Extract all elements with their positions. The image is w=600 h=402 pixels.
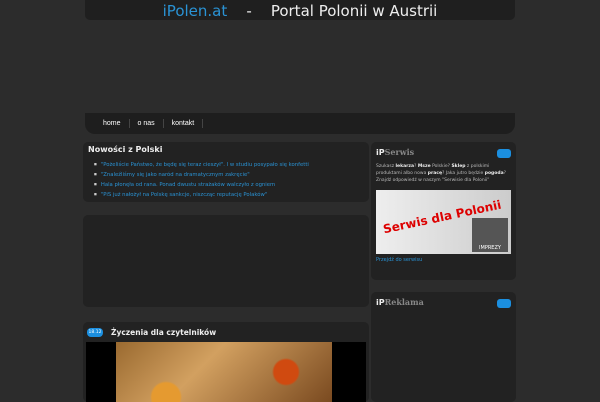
- article-title[interactable]: Życzenia dla czytelników: [111, 328, 216, 337]
- news-title: Nowości z Polski: [88, 145, 163, 154]
- news-item[interactable]: "Pożeliście Państwo, że będę się teraz c…: [94, 160, 364, 170]
- serwis-title: iPSerwis: [376, 147, 415, 157]
- news-item[interactable]: "PiS już nałożył na Polskę sankcje, nisz…: [94, 190, 364, 200]
- imprezy-icon: IMPREZY: [472, 218, 508, 252]
- news-panel: Nowości z Polski "Pożeliście Państwo, że…: [83, 142, 369, 202]
- site-tagline: Portal Polonii w Austrii: [270, 2, 438, 20]
- reklama-panel: iPReklama: [371, 292, 516, 402]
- news-item[interactable]: Hala płonęła od rana. Ponad dwustu straż…: [94, 180, 364, 190]
- article-panel: 18.12 Życzenia dla czytelników: [83, 322, 369, 402]
- serwis-panel: iPSerwis Szukasz lekarza? Mszе Polskie? …: [371, 142, 516, 280]
- nav-home[interactable]: home: [95, 119, 130, 128]
- site-logo[interactable]: iPolen.at: [163, 2, 228, 20]
- toggle-icon[interactable]: [497, 149, 511, 158]
- christmas-ornaments-photo: [116, 342, 332, 402]
- serwis-link[interactable]: Przejdź do serwisu: [376, 257, 511, 263]
- news-item[interactable]: "Znaleźliśmy się jako naród na dramatycz…: [94, 170, 364, 180]
- reklama-title: iPReklama: [376, 297, 424, 307]
- nav-o-nas[interactable]: o nas: [130, 119, 164, 128]
- article-image[interactable]: [86, 342, 366, 402]
- nav-kontakt[interactable]: kontakt: [164, 119, 204, 128]
- toggle-icon[interactable]: [497, 299, 511, 308]
- serwis-banner[interactable]: Serwis dla Polonii IMPREZY: [376, 190, 511, 254]
- serwis-text: Szukasz lekarza? Mszе Polskie? Sklep z p…: [376, 164, 506, 183]
- date-badge: 18.12: [87, 328, 103, 337]
- header-separator: -: [246, 2, 252, 20]
- site-header: iPolen.at - Portal Polonii w Austrii: [85, 0, 515, 20]
- main-nav: home o nas kontakt: [85, 113, 515, 134]
- ad-slot: [83, 215, 369, 307]
